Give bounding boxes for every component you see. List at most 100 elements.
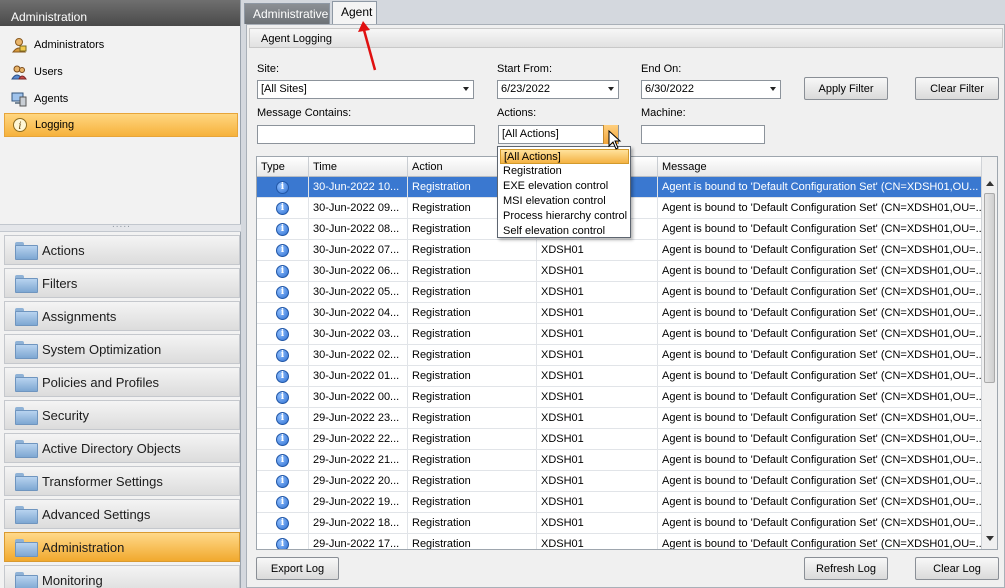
scroll-up-icon[interactable]	[986, 181, 994, 186]
action-cell: Registration	[408, 303, 537, 324]
table-row[interactable]: i 30-Jun-2022 05... Registration XDSH01 Agen…	[257, 282, 982, 303]
table-row[interactable]: i 29-Jun-2022 18... Registration XDSH01 Agen…	[257, 513, 982, 534]
action-option-exe-elevation[interactable]: EXE elevation control	[500, 179, 629, 194]
table-row[interactable]: i 30-Jun-2022 04... Registration XDSH01 Agen…	[257, 303, 982, 324]
action-option-msi-elevation[interactable]: MSI elevation control	[500, 194, 629, 209]
agents-icon	[10, 90, 28, 108]
time-cell: 30-Jun-2022 01...	[309, 366, 408, 387]
clear-log-button[interactable]: Clear Log	[915, 557, 999, 580]
machine-cell: XDSH01	[537, 303, 658, 324]
actions-combo[interactable]: [All Actions]	[498, 125, 619, 144]
folder-icon	[15, 242, 38, 260]
start-date-picker[interactable]: 6/23/2022	[497, 80, 619, 99]
action-cell: Registration	[408, 324, 537, 345]
column-type[interactable]: Type	[257, 157, 309, 177]
table-row[interactable]: i 30-Jun-2022 02... Registration XDSH01 Agen…	[257, 345, 982, 366]
table-row[interactable]: i 29-Jun-2022 21... Registration XDSH01 Agen…	[257, 450, 982, 471]
type-cell: i	[257, 429, 309, 450]
group-filters[interactable]: Filters	[4, 268, 240, 298]
machine-cell: XDSH01	[537, 345, 658, 366]
site-combo[interactable]: [All Sites]	[257, 80, 474, 99]
action-option-all[interactable]: [All Actions]	[500, 149, 629, 164]
table-row[interactable]: i 30-Jun-2022 00... Registration XDSH01 Agen…	[257, 387, 982, 408]
type-cell: i	[257, 261, 309, 282]
info-icon: i	[276, 433, 289, 446]
type-cell: i	[257, 450, 309, 471]
group-advanced-settings[interactable]: Advanced Settings	[4, 499, 240, 529]
group-actions[interactable]: Actions	[4, 235, 240, 265]
scroll-down-icon[interactable]	[986, 536, 994, 541]
action-cell: Registration	[408, 408, 537, 429]
machine-cell: XDSH01	[537, 429, 658, 450]
group-label: Policies and Profiles	[42, 374, 160, 390]
table-row[interactable]: i 29-Jun-2022 20... Registration XDSH01 Agen…	[257, 471, 982, 492]
message-cell: Agent is bound to 'Default Configuration…	[658, 219, 982, 240]
nav-item-logging[interactable]: i Logging	[4, 113, 238, 137]
action-option-registration[interactable]: Registration	[500, 164, 629, 179]
nav-item-agents[interactable]: Agents	[4, 87, 238, 111]
group-monitoring[interactable]: Monitoring	[4, 565, 240, 588]
action-option-process-hierarchy[interactable]: Process hierarchy control	[500, 209, 629, 224]
agent-logging-panel: Agent Logging Site: [All Sites] Start Fr…	[246, 24, 1005, 588]
nav-item-administrators[interactable]: Administrators	[4, 33, 238, 57]
nav-item-users[interactable]: Users	[4, 60, 238, 84]
action-option-self-elevation[interactable]: Self elevation control	[500, 224, 629, 239]
pane-splitter[interactable]	[0, 219, 241, 232]
machine-input[interactable]	[641, 125, 765, 144]
table-row[interactable]: i 29-Jun-2022 23... Registration XDSH01 Agen…	[257, 408, 982, 429]
group-label: Actions	[42, 242, 85, 258]
group-active-directory-objects[interactable]: Active Directory Objects	[4, 433, 240, 463]
action-cell: Registration	[408, 534, 537, 549]
table-row[interactable]: i 29-Jun-2022 19... Registration XDSH01 Agen…	[257, 492, 982, 513]
export-log-button[interactable]: Export Log	[256, 557, 339, 580]
column-message[interactable]: Message	[658, 157, 982, 177]
action-cell: Registration	[408, 261, 537, 282]
action-cell: Registration	[408, 450, 537, 471]
navigation-pane: Administration Administrators Users Agen…	[0, 0, 241, 588]
message-contains-input[interactable]	[257, 125, 475, 144]
vertical-scrollbar[interactable]	[981, 157, 997, 549]
folder-icon	[15, 275, 38, 293]
type-cell: i	[257, 198, 309, 219]
time-cell: 30-Jun-2022 02...	[309, 345, 408, 366]
type-cell: i	[257, 345, 309, 366]
group-label: Advanced Settings	[42, 506, 151, 522]
scroll-thumb[interactable]	[984, 193, 995, 383]
group-assignments[interactable]: Assignments	[4, 301, 240, 331]
group-label: System Optimization	[42, 341, 162, 357]
group-administration[interactable]: Administration	[4, 532, 240, 562]
message-cell: Agent is bound to 'Default Configuration…	[658, 261, 982, 282]
table-row[interactable]: i 30-Jun-2022 01... Registration XDSH01 Agen…	[257, 366, 982, 387]
machine-cell: XDSH01	[537, 387, 658, 408]
time-cell: 30-Jun-2022 00...	[309, 387, 408, 408]
machine-cell: XDSH01	[537, 261, 658, 282]
message-cell: Agent is bound to 'Default Configuration…	[658, 408, 982, 429]
type-cell: i	[257, 282, 309, 303]
group-label: Active Directory Objects	[42, 440, 181, 456]
machine-cell: XDSH01	[537, 534, 658, 549]
clear-filter-button[interactable]: Clear Filter	[915, 77, 999, 100]
info-icon: i	[276, 391, 289, 404]
group-policies-and-profiles[interactable]: Policies and Profiles	[4, 367, 240, 397]
table-row[interactable]: i 30-Jun-2022 03... Registration XDSH01 Agen…	[257, 324, 982, 345]
type-cell: i	[257, 324, 309, 345]
message-cell: Agent is bound to 'Default Configuration…	[658, 450, 982, 471]
message-cell: Agent is bound to 'Default Configuration…	[658, 282, 982, 303]
table-row[interactable]: i 30-Jun-2022 07... Registration XDSH01 Agen…	[257, 240, 982, 261]
tab-administrative[interactable]: Administrative	[244, 3, 330, 24]
administrators-icon	[10, 36, 28, 54]
group-system-optimization[interactable]: System Optimization	[4, 334, 240, 364]
group-transformer-settings[interactable]: Transformer Settings	[4, 466, 240, 496]
table-row[interactable]: i 29-Jun-2022 17... Registration XDSH01 Agen…	[257, 534, 982, 549]
group-security[interactable]: Security	[4, 400, 240, 430]
table-row[interactable]: i 29-Jun-2022 22... Registration XDSH01 Agen…	[257, 429, 982, 450]
annotation-arrow-icon	[358, 21, 377, 71]
column-time[interactable]: Time	[309, 157, 408, 177]
message-cell: Agent is bound to 'Default Configuration…	[658, 324, 982, 345]
end-date-picker[interactable]: 6/30/2022	[641, 80, 781, 99]
machine-cell: XDSH01	[537, 513, 658, 534]
refresh-log-button[interactable]: Refresh Log	[804, 557, 888, 580]
apply-filter-button[interactable]: Apply Filter	[804, 77, 888, 100]
table-row[interactable]: i 30-Jun-2022 06... Registration XDSH01 Agen…	[257, 261, 982, 282]
action-cell: Registration	[408, 513, 537, 534]
